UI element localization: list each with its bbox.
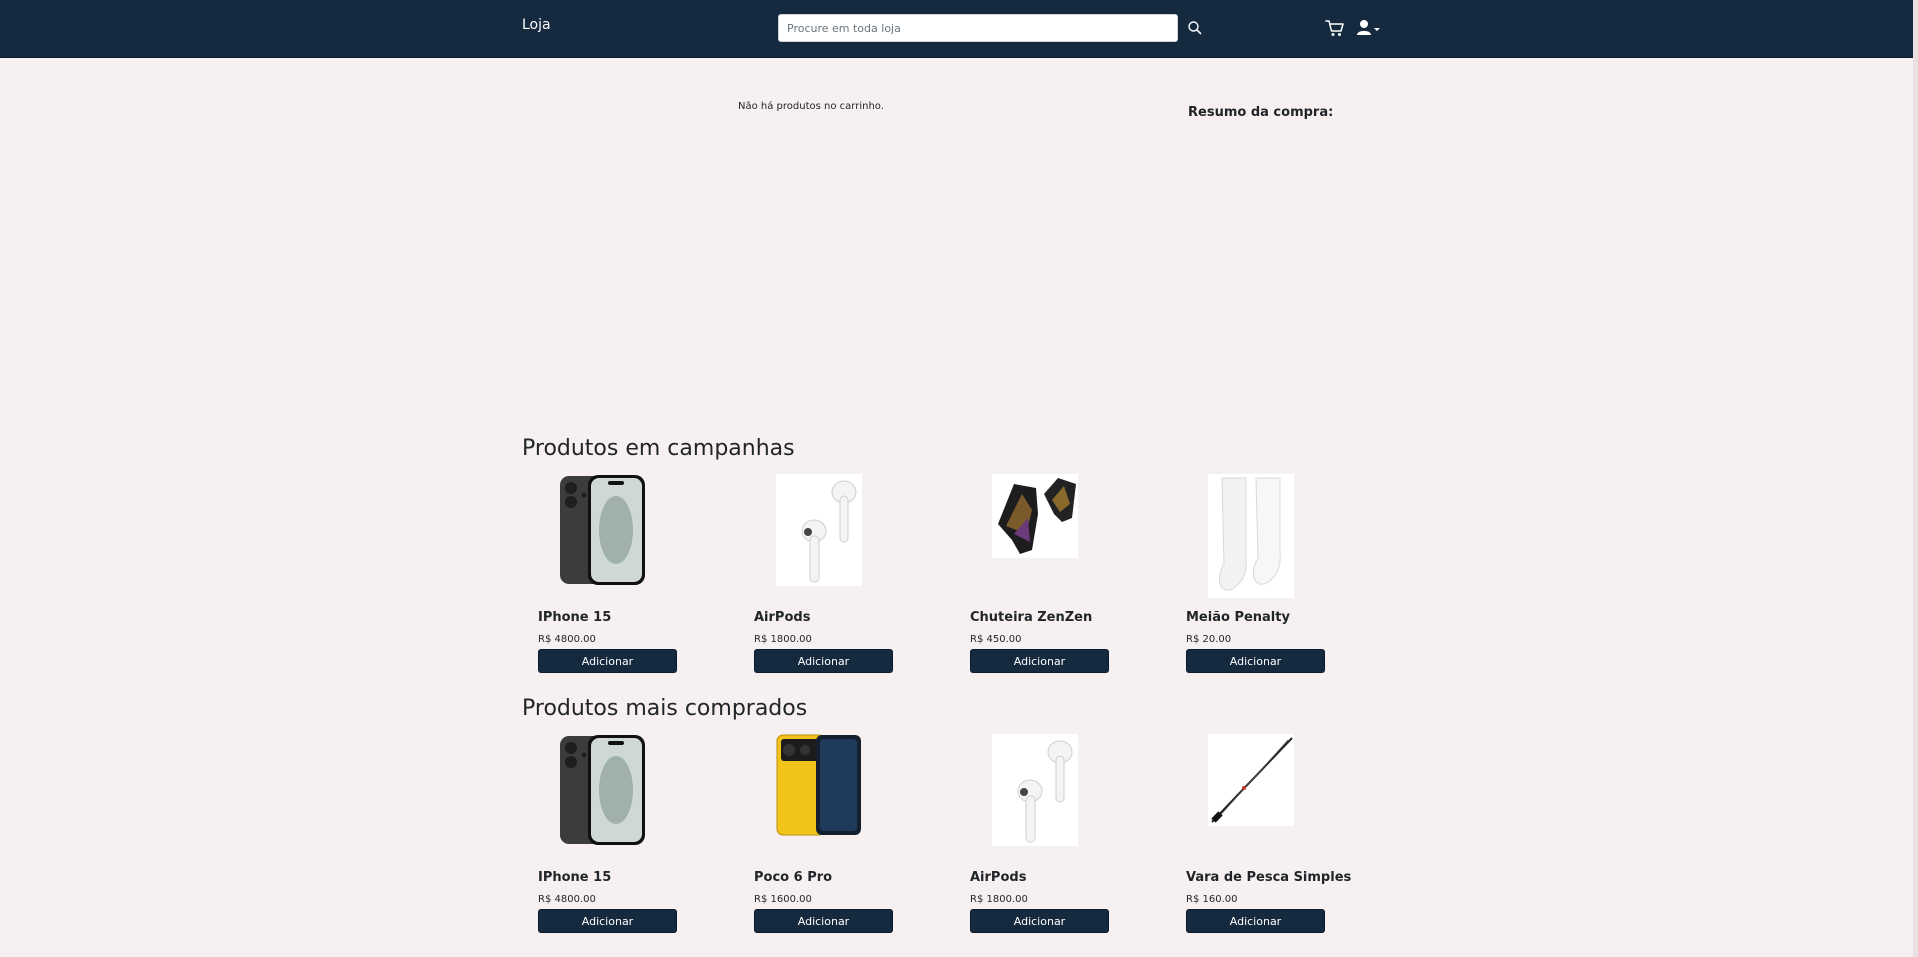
product-name: Vara de Pesca Simples xyxy=(1186,870,1352,885)
product-name: IPhone 15 xyxy=(538,870,612,885)
add-to-cart-button[interactable]: Adicionar xyxy=(754,909,893,933)
product-price: R$ 1800.00 xyxy=(970,894,1028,905)
best-selling-products-title: Produtos mais comprados xyxy=(522,696,808,721)
add-to-cart-button[interactable]: Adicionar xyxy=(970,909,1109,933)
product-name: AirPods xyxy=(754,610,811,625)
add-to-cart-button[interactable]: Adicionar xyxy=(538,649,677,673)
search-input[interactable] xyxy=(778,14,1178,42)
user-menu-icon[interactable] xyxy=(1355,18,1385,38)
boots-image[interactable] xyxy=(992,474,1078,558)
airpods-image[interactable] xyxy=(992,734,1078,846)
add-to-cart-button[interactable]: Adicionar xyxy=(1186,649,1325,673)
product-name: Poco 6 Pro xyxy=(754,870,833,885)
iphone-image[interactable] xyxy=(558,734,646,846)
socks-image[interactable] xyxy=(1208,474,1294,598)
poco-phone-image[interactable] xyxy=(776,734,862,836)
product-name: AirPods xyxy=(970,870,1027,885)
brand-link[interactable]: Loja xyxy=(522,17,551,33)
page-scrollbar[interactable] xyxy=(1913,0,1918,957)
add-to-cart-button[interactable]: Adicionar xyxy=(538,909,677,933)
product-price: R$ 1800.00 xyxy=(754,634,812,645)
add-to-cart-button[interactable]: Adicionar xyxy=(1186,909,1325,933)
cart-icon[interactable] xyxy=(1324,17,1346,39)
product-price: R$ 450.00 xyxy=(970,634,1022,645)
cart-empty-message: Não há produtos no carrinho. xyxy=(738,101,884,112)
campaign-products-title: Produtos em campanhas xyxy=(522,436,795,461)
product-price: R$ 1600.00 xyxy=(754,894,812,905)
iphone-image[interactable] xyxy=(558,474,646,586)
add-to-cart-button[interactable]: Adicionar xyxy=(970,649,1109,673)
airpods-image[interactable] xyxy=(776,474,862,586)
fishing-rod-image[interactable] xyxy=(1208,734,1294,826)
search-icon[interactable] xyxy=(1186,19,1204,37)
navbar: Loja xyxy=(0,0,1913,58)
purchase-summary-title: Resumo da compra: xyxy=(1188,105,1334,120)
product-price: R$ 4800.00 xyxy=(538,894,596,905)
product-name: Meião Penalty xyxy=(1186,610,1290,625)
product-price: R$ 160.00 xyxy=(1186,894,1238,905)
product-price: R$ 4800.00 xyxy=(538,634,596,645)
product-name: IPhone 15 xyxy=(538,610,612,625)
product-price: R$ 20.00 xyxy=(1186,634,1232,645)
add-to-cart-button[interactable]: Adicionar xyxy=(754,649,893,673)
product-name: Chuteira ZenZen xyxy=(970,610,1093,625)
